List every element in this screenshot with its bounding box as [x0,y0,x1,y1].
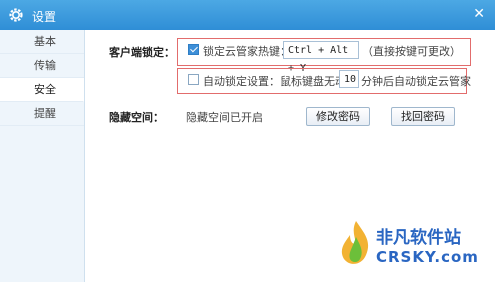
sidebar: 基本 传输 安全 提醒 [0,30,85,282]
client-lock-label: 客户端锁定： [109,46,175,59]
sidebar-item-label: 基本 [34,35,56,48]
recover-password-button[interactable]: 找回密码 [391,107,455,126]
watermark-en-text: CRSKY.com [376,248,479,266]
watermark-logo: 非凡软件站 CRSKY.com [336,215,486,275]
auto-lock-suffix: 分钟后自动锁定云管家 [361,75,471,88]
sidebar-item-basic[interactable]: 基本 [0,30,84,54]
gear-icon [9,8,23,22]
sidebar-item-reminder[interactable]: 提醒 [0,102,84,126]
sidebar-item-label: 传输 [34,59,56,72]
hotkey-input[interactable]: Ctrl + Alt + Y [283,41,359,74]
hotkey-lock-checkbox[interactable] [188,44,199,55]
window-title: 设置 [32,10,57,24]
sidebar-item-transfer[interactable]: 传输 [0,54,84,78]
sidebar-item-security[interactable]: 安全 [0,78,84,102]
auto-lock-minutes-input[interactable]: 10 [339,70,359,88]
hotkey-hint: （直接按键可更改） [362,45,461,58]
close-icon[interactable]: ✕ [473,6,485,22]
sidebar-item-label: 安全 [34,83,56,96]
sidebar-item-label: 提醒 [34,107,56,120]
flame-icon [341,221,369,264]
auto-lock-checkbox[interactable] [188,74,199,85]
watermark-cn-text: 非凡软件站 [376,228,461,248]
hotkey-lock-label: 锁定云管家热键： [203,45,291,58]
hidden-space-label: 隐藏空间： [109,111,164,124]
change-password-button[interactable]: 修改密码 [306,107,370,126]
auto-lock-label: 自动锁定设置：鼠标键盘无动作 [203,75,357,88]
hidden-space-status: 隐藏空间已开启 [186,111,263,124]
title-bar: 设置 ✕ [0,0,495,30]
